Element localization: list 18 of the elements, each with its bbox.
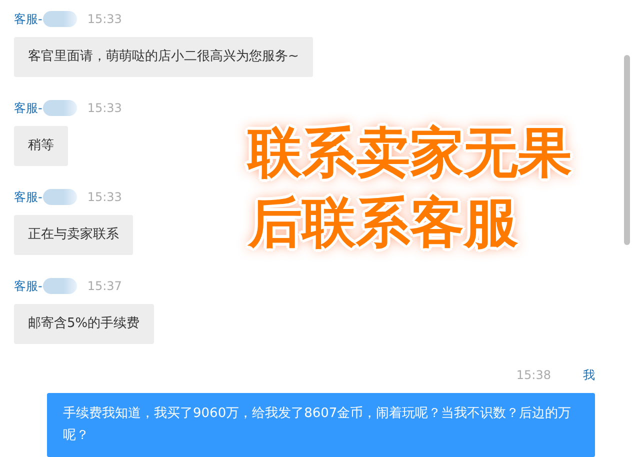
annotation-text: 联系卖家无果 (248, 120, 572, 186)
message-bubble: 邮寄含5%的手续费 (14, 304, 154, 344)
message-time: 15:37 (87, 278, 122, 295)
message-time: 15:33 (87, 189, 122, 206)
message-bubble: 手续费我知道，我买了9060万，给我发了8607金币，闹着玩呢？当我不识数？后边的万呢？ (47, 393, 595, 457)
sender-name: 客服- (14, 11, 42, 28)
sender-name: 客服- (14, 189, 42, 206)
message-time: 15:33 (87, 11, 122, 28)
message-bubble: 稍等 (14, 126, 68, 166)
message-bubble: 客官里面请，萌萌哒的店小二很高兴为您服务~ (14, 37, 313, 77)
sender-name: 我 (583, 367, 595, 384)
message-time: 15:33 (87, 100, 122, 117)
scrollbar-thumb[interactable] (624, 55, 630, 245)
sender-name: 客服- (14, 278, 42, 295)
message-bubble: 正在与卖家联系 (14, 215, 133, 255)
sender-name: 客服- (14, 100, 42, 117)
annotation-text: 后联系客服 (248, 190, 519, 256)
message-time: 15:38 (516, 367, 551, 384)
